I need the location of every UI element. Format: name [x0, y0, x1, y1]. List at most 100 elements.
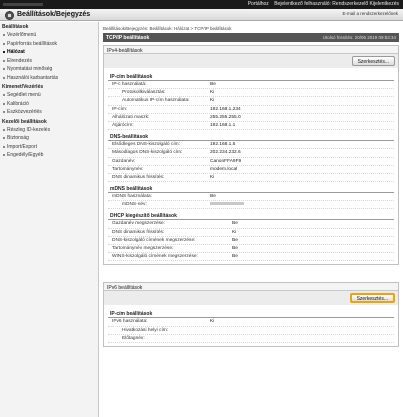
redacted-value — [210, 202, 244, 206]
setting-value: 255.255.255.0 — [210, 114, 241, 120]
bullet-icon — [3, 137, 5, 139]
bullet-icon — [3, 145, 5, 148]
sidebar-item[interactable]: Elrendezés — [0, 57, 98, 66]
setting-value: modem.local — [210, 166, 238, 172]
setting-value: 192.168.1.5 — [210, 142, 236, 148]
setting-label: DNS-kiszolgáló címének megszerzése: — [112, 237, 196, 243]
settings-row: Előtagnév: — [108, 335, 394, 343]
settings-group-title: IP-cím beállítások — [108, 73, 394, 81]
settings-row: mDNS használata: Be — [108, 193, 394, 202]
ipv4-settings: IP-cím beállítások IP-c használatá: Be Prot… — [104, 68, 398, 265]
sidebar-item[interactable]: Engedély/Egyéb — [0, 151, 98, 160]
bullet-icon — [3, 76, 5, 79]
settings-row: IP-c használatá: Be — [108, 81, 394, 90]
sidebar-item[interactable]: Hálózat — [0, 48, 98, 57]
setting-value: Ki — [232, 229, 237, 235]
ipv4-toolbar: Szerkesztés... — [104, 54, 398, 68]
ipv4-panel: IPv4-beállítások Szerkesztés... IP-cím b… — [103, 45, 399, 266]
setting-label: Protokollkiválasztás: — [122, 90, 166, 96]
title-bar: Beállítások/Bejegyzés E-mail a rendszerk… — [0, 9, 403, 21]
sidebar-item-label: Nyomtatási minőség — [7, 66, 53, 72]
setting-value: Ki — [210, 90, 215, 96]
sidebar-item-label: Elrendezés — [7, 57, 33, 64]
sidebar-item[interactable]: Kalibráció — [0, 100, 98, 109]
sidebar-item[interactable]: Papírforrás beállítások — [0, 40, 98, 49]
settings-row: Tartománynév megszerzése: Be — [108, 245, 394, 254]
bullet-icon — [3, 102, 5, 105]
setting-value — [210, 327, 394, 334]
setting-label: Gazdanév: — [112, 158, 136, 164]
sidebar-item-label: Engedély/Egyéb — [7, 152, 44, 158]
setting-label: mDNS használata: — [112, 194, 152, 200]
settings-group-title: DNS-beállítások — [108, 133, 394, 142]
bullet-icon — [3, 94, 5, 96]
sidebar-item-label: Segédlet menü — [7, 92, 41, 98]
page-header: TCP/IP beállítások Utolsó frissítés: 20/… — [103, 33, 399, 42]
setting-value: Be — [232, 254, 238, 260]
setting-value: CanonFFA9F9 — [210, 158, 242, 164]
settings-row: WINS-kiszolgáló címének megszerzése: Be — [108, 253, 394, 262]
ipv6-settings: IP-cím beállítások IPv6 használata: Ki Hiva… — [104, 305, 398, 346]
portal-link[interactable]: Portálhoz — [248, 1, 269, 7]
setting-label: Másodlagos DNS-kiszolgáló cím: — [112, 150, 183, 156]
ipv4-panel-title: IPv4-beállítások — [104, 46, 398, 54]
settings-row: DNS dinamikus frissítés: Ki — [108, 229, 394, 237]
setting-value — [210, 201, 394, 208]
settings-row: Másodlagos DNS-kiszolgáló cím: 202.234.23… — [108, 149, 394, 158]
sidebar-item-label: Biztonság — [7, 135, 29, 141]
settings-group-title: IP-cím beállítások — [108, 310, 394, 319]
sidebar-item-label: Import/Export — [7, 143, 38, 150]
settings-row: Automatikus IP-cím használata: Ki — [108, 97, 394, 106]
sidebar-item[interactable]: Részleg ID-kezelés — [0, 126, 98, 135]
setting-label: mDNS-név: — [122, 202, 147, 208]
sidebar: Beállítások Vezérlőmenü Papírforrás beállí… — [0, 22, 99, 417]
logout-link[interactable]: Bejelentkező felhasználó: Rendszerkezelő… — [274, 1, 399, 7]
setting-label: IP-c használatá: — [112, 82, 147, 87]
settings-row: Alhálózati maszk: 255.255.255.0 — [108, 114, 394, 122]
setting-label: Tartománynév megszerzése: — [112, 246, 174, 251]
mail-admin-link[interactable]: E-mail a rendszerkezelőnek — [342, 11, 398, 16]
sidebar-item[interactable]: Segédlet menü — [0, 91, 98, 100]
sidebar-item[interactable]: Használói karbantartás — [0, 74, 98, 83]
sidebar-item[interactable]: Vezérlőmenü — [0, 31, 98, 40]
setting-value: 192.168.1.234 — [210, 106, 241, 112]
setting-label: Előtagnév: — [122, 335, 145, 341]
setting-label: Elsődleges DNS-kiszolgáló cím: — [112, 142, 180, 148]
sidebar-item[interactable]: Import/Export — [0, 143, 98, 152]
setting-label: DNS dinamikus frissítés: — [112, 174, 165, 180]
top-bar: Portálhoz Bejelentkező felhasználó: Rend… — [0, 0, 403, 9]
settings-home-icon[interactable] — [5, 11, 14, 20]
sidebar-section-title: Kimenet/Vezérlés — [2, 84, 44, 90]
ipv4-edit-button[interactable]: Szerkesztés... — [351, 56, 395, 66]
ipv6-panel: IPv6 beállítások Szerkesztés... IP-cím b… — [103, 282, 399, 347]
setting-label: Hivatkozási helyi cím: — [122, 327, 169, 333]
setting-value — [210, 335, 394, 342]
settings-row: Elsődleges DNS-kiszolgáló cím: 192.168.1.… — [108, 141, 394, 150]
settings-row: IP-cím: 192.168.1.234 — [108, 106, 394, 114]
setting-value: Be — [232, 237, 238, 243]
sidebar-item[interactable]: Biztonság — [0, 134, 98, 143]
sidebar-section-title: Beállítások — [2, 24, 29, 30]
bullet-icon — [3, 51, 5, 53]
setting-value: Be — [232, 246, 238, 251]
sidebar-item-label: Részleg ID-kezelés — [7, 126, 51, 133]
sidebar-item-label: Papírforrás beállítások — [7, 40, 58, 47]
ipv6-edit-button[interactable]: Szerkesztés... — [349, 293, 395, 304]
settings-row: Gazdanév megszerzése: Be — [108, 220, 394, 229]
setting-value: Ki — [210, 174, 215, 180]
settings-row: Gazdanév: CanonFFA9F9 — [108, 158, 394, 166]
sidebar-item[interactable]: Eszközvezérlés — [0, 108, 98, 117]
settings-group-title: DHCP kiegészítő beállítások — [108, 212, 394, 221]
setting-label: Gazdanév megszerzése: — [112, 221, 166, 227]
setting-value: Be — [232, 221, 238, 227]
main-content: Beállítások/Bejegyzés: Beállítások: Háló… — [103, 25, 399, 347]
bullet-icon — [3, 111, 5, 113]
settings-row: Tartománynév: modem.local — [108, 166, 394, 174]
bullet-icon — [3, 34, 5, 36]
ipv6-panel-title: IPv6 beállítások — [104, 283, 398, 292]
sidebar-item[interactable]: Nyomtatási minőség — [0, 65, 98, 74]
bullet-icon — [3, 128, 5, 131]
bullet-icon — [3, 42, 5, 45]
settings-row: Hivatkozási helyi cím: — [108, 327, 394, 335]
